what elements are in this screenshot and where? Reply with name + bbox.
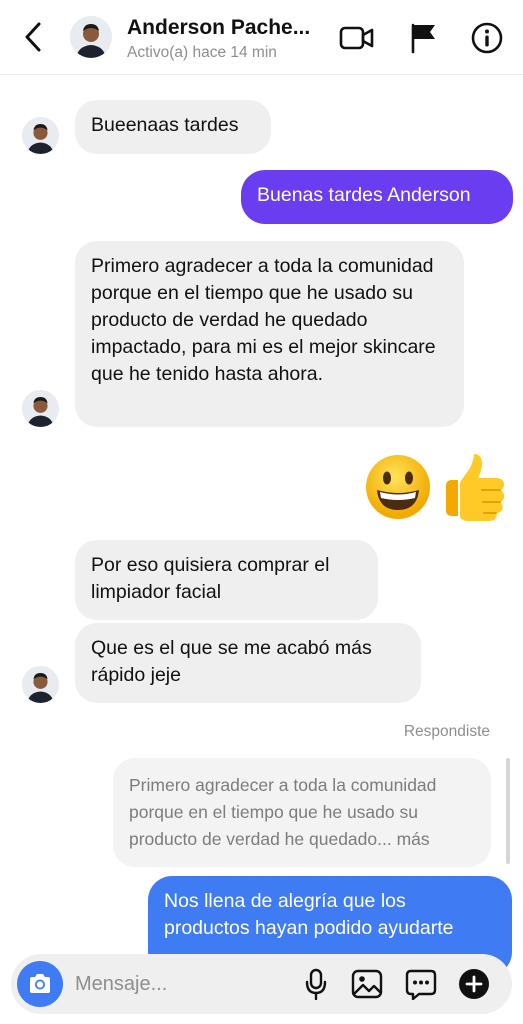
grinning-face-emoji xyxy=(363,452,433,522)
info-icon xyxy=(471,22,503,54)
contact-name[interactable]: Anderson Pache... xyxy=(127,16,310,40)
info-button[interactable] xyxy=(469,20,505,56)
plus-icon xyxy=(459,969,489,999)
flag-button[interactable] xyxy=(405,20,441,56)
reply-indicator xyxy=(506,758,510,864)
microphone-button[interactable] xyxy=(298,966,334,1002)
microphone-icon xyxy=(305,968,327,1000)
sender-avatar[interactable] xyxy=(22,117,59,154)
outgoing-message[interactable]: Buenas tardes Anderson xyxy=(241,170,513,224)
back-icon xyxy=(25,22,41,52)
contact-avatar[interactable] xyxy=(70,16,112,58)
contact-status: Activo(a) hace 14 min xyxy=(127,44,277,61)
sticker-icon xyxy=(405,969,437,1000)
incoming-message[interactable]: Que es el que se me acabó más rápido jej… xyxy=(75,623,421,703)
camera-icon xyxy=(30,974,50,993)
more-button[interactable] xyxy=(456,966,492,1002)
sender-avatar[interactable] xyxy=(22,390,59,427)
sticker-button[interactable] xyxy=(403,966,439,1002)
quoted-message[interactable]: Primero agradecer a toda la comunidad po… xyxy=(113,758,491,867)
flag-icon xyxy=(411,23,435,54)
message-composer xyxy=(11,954,512,1014)
back-button[interactable] xyxy=(18,20,48,54)
chat-header: Anderson Pache... Activo(a) hace 14 min xyxy=(0,0,523,75)
incoming-message[interactable]: Por eso quisiera comprar el limpiador fa… xyxy=(75,540,378,620)
camera-button[interactable] xyxy=(17,961,63,1007)
thumbs-up-emoji xyxy=(438,450,508,521)
incoming-message[interactable]: Bueenaas tardes xyxy=(75,100,271,154)
sender-avatar[interactable] xyxy=(22,666,59,703)
image-icon xyxy=(351,969,383,999)
reply-label: Respondiste xyxy=(403,723,490,740)
incoming-message[interactable]: Primero agradecer a toda la comunidad po… xyxy=(75,241,464,427)
outgoing-message-text: Nos llena de alegría que los productos h… xyxy=(164,890,454,939)
gallery-button[interactable] xyxy=(349,966,385,1002)
video-call-button[interactable] xyxy=(339,20,375,56)
video-call-icon xyxy=(339,26,374,50)
message-input[interactable] xyxy=(75,966,275,1002)
